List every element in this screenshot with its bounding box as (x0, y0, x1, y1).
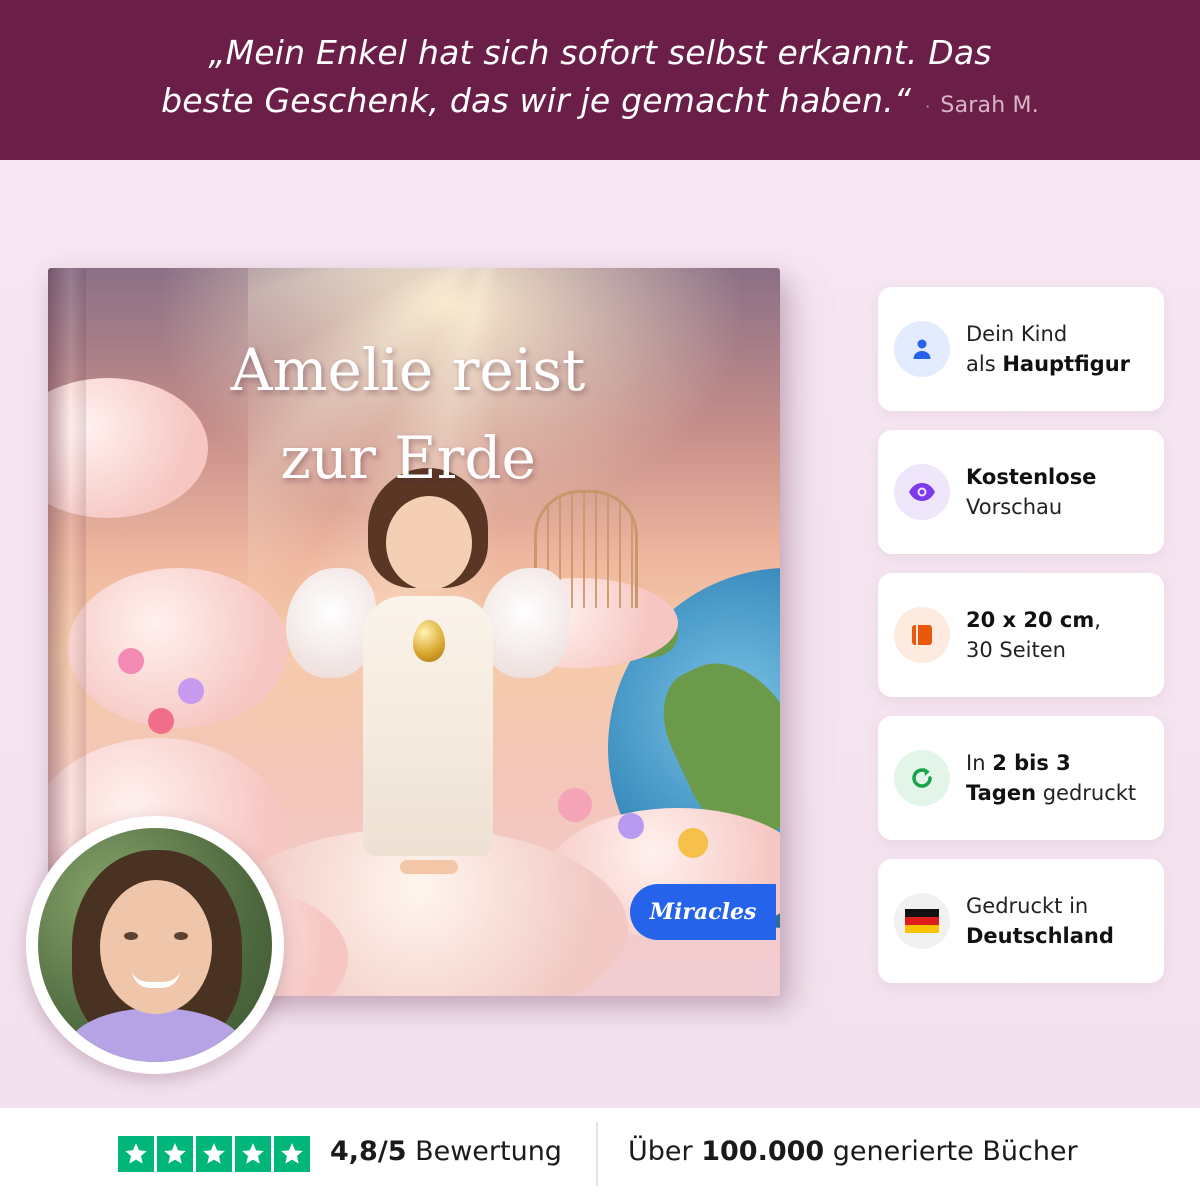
books-count: 100.000 (701, 1136, 825, 1167)
eye-icon (894, 464, 950, 520)
flower (178, 678, 204, 704)
feature-card-free-preview: Kostenlose Vorschau (878, 430, 1164, 554)
testimonial-separator: · (925, 97, 931, 116)
book-icon (894, 607, 950, 663)
testimonial-banner: „Mein Enkel hat sich sofort selbst erkan… (0, 0, 1200, 160)
rating-stars (118, 1136, 310, 1172)
photo-face (100, 880, 212, 1014)
feature-line-2-bold: Deutschland (966, 924, 1114, 948)
feature-text: Gedruckt in Deutschland (966, 891, 1114, 951)
main-area: Amelie reist zur Erde Miracles Dein Kind… (0, 160, 1200, 1108)
flower (618, 813, 644, 839)
feature-line-2: 30 Seiten (966, 638, 1066, 662)
star-icon (118, 1136, 154, 1172)
feature-text: In 2 bis 3 Tagen gedruckt (966, 748, 1136, 808)
germany-flag-icon (894, 893, 950, 949)
divider (596, 1122, 598, 1186)
feature-line-1-bold: Kostenlose (966, 465, 1097, 489)
refresh-icon (894, 750, 950, 806)
testimonial-author: Sarah M. (940, 93, 1039, 118)
wing (480, 568, 570, 678)
testimonial-line-2: beste Geschenk, das wir je gemacht haben… (161, 81, 912, 120)
cloud (68, 568, 288, 728)
feature-line-2-bold: Hauptfigur (1002, 352, 1130, 376)
testimonial-quote: „Mein Enkel hat sich sofort selbst erkan… (161, 29, 1039, 131)
books-prefix: Über (628, 1136, 702, 1167)
trust-bar: 4,8/5 Bewertung Über 100.000 generierte … (0, 1108, 1200, 1200)
feature-line-2: Vorschau (966, 495, 1063, 519)
feature-line-1-bold: 2 bis 3 (992, 751, 1071, 775)
testimonial-line-1: „Mein Enkel hat sich sofort selbst erkan… (208, 33, 992, 72)
book-title-line-2: zur Erde (280, 424, 536, 492)
feature-card-print-time: In 2 bis 3 Tagen gedruckt (878, 716, 1164, 840)
feature-line-1-suffix: , (1094, 608, 1101, 632)
child-photo-image (38, 828, 272, 1062)
feature-line-1-bold: 20 x 20 cm (966, 608, 1095, 632)
photo-eye (174, 932, 188, 940)
books-suffix: generierte Bücher (824, 1136, 1078, 1167)
rating-text: 4,8/5 Bewertung (330, 1136, 562, 1167)
rating-label: Bewertung (406, 1136, 562, 1167)
star-icon (196, 1136, 232, 1172)
feature-card-size: 20 x 20 cm, 30 Seiten (878, 573, 1164, 697)
child-photo (26, 816, 284, 1074)
flower (678, 828, 708, 858)
feature-text: Kostenlose Vorschau (966, 462, 1096, 522)
feature-line-2-suffix: gedruckt (1036, 781, 1137, 805)
feature-line-2-prefix: als (966, 352, 1003, 376)
feature-list: Dein Kind als Hauptfigur Kostenlose Vors… (878, 287, 1164, 1002)
feature-text: Dein Kind als Hauptfigur (966, 319, 1130, 379)
star-icon (157, 1136, 193, 1172)
feature-line-1-prefix: In (966, 751, 993, 775)
feature-line-1: Dein Kind (966, 322, 1068, 346)
rose-flower (148, 708, 174, 734)
rose-flower (118, 648, 144, 674)
brand-badge: Miracles (630, 884, 776, 940)
photo-eye (124, 932, 138, 940)
feature-line-1: Gedruckt in (966, 894, 1089, 918)
feet (400, 860, 458, 874)
angel-girl-illustration (286, 468, 570, 908)
rating-value: 4,8/5 (330, 1136, 407, 1167)
golden-egg (413, 620, 445, 662)
book-title: Amelie reist zur Erde (128, 326, 688, 502)
rose-flower (558, 788, 592, 822)
face (386, 496, 472, 590)
book-title-line-1: Amelie reist (230, 336, 586, 404)
feature-line-2-bold: Tagen (966, 781, 1037, 805)
feature-card-main-character: Dein Kind als Hauptfigur (878, 287, 1164, 411)
books-generated-text: Über 100.000 generierte Bücher (628, 1136, 1078, 1167)
feature-card-made-in-germany: Gedruckt in Deutschland (878, 859, 1164, 983)
star-icon (274, 1136, 310, 1172)
person-icon (894, 321, 950, 377)
star-icon (235, 1136, 271, 1172)
feature-text: 20 x 20 cm, 30 Seiten (966, 605, 1101, 665)
